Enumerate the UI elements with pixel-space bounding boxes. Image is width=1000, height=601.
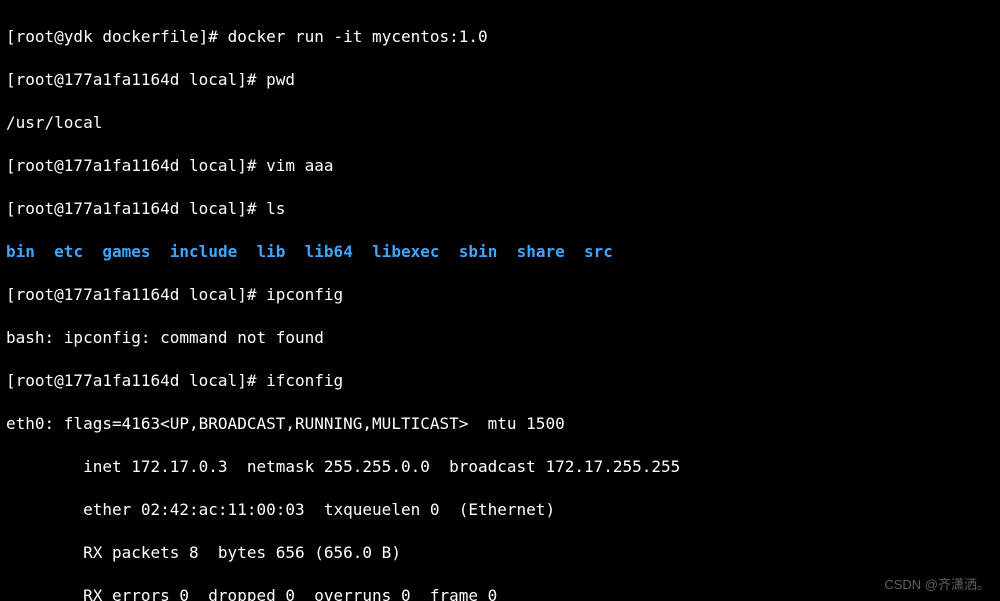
dir-entry: games <box>102 242 150 261</box>
shell-prompt: [root@177a1fa1164d local]# <box>6 199 266 218</box>
output-line: inet 172.17.0.3 netmask 255.255.0.0 broa… <box>6 456 994 478</box>
shell-prompt: [root@ydk dockerfile]# <box>6 27 228 46</box>
command-text: ifconfig <box>266 371 343 390</box>
terminal-line: [root@ydk dockerfile]# docker run -it my… <box>6 26 994 48</box>
dir-entry: etc <box>54 242 83 261</box>
dir-entry: lib64 <box>305 242 353 261</box>
terminal-line: [root@177a1fa1164d local]# ls <box>6 198 994 220</box>
dir-entry: bin <box>6 242 35 261</box>
terminal-line: [root@177a1fa1164d local]# ifconfig <box>6 370 994 392</box>
shell-prompt: [root@177a1fa1164d local]# <box>6 156 266 175</box>
watermark-text: CSDN @齐潇洒。 <box>884 574 990 596</box>
output-line: /usr/local <box>6 112 994 134</box>
dir-entry: libexec <box>372 242 439 261</box>
terminal-viewport[interactable]: [root@ydk dockerfile]# docker run -it my… <box>0 0 1000 601</box>
dir-entry: src <box>584 242 613 261</box>
command-text: vim aaa <box>266 156 333 175</box>
ls-output-line: bin etc games include lib lib64 libexec … <box>6 241 994 263</box>
output-line: eth0: flags=4163<UP,BROADCAST,RUNNING,MU… <box>6 413 994 435</box>
dir-entry: include <box>170 242 237 261</box>
output-line: RX errors 0 dropped 0 overruns 0 frame 0 <box>6 585 994 601</box>
output-line: RX packets 8 bytes 656 (656.0 B) <box>6 542 994 564</box>
terminal-line: [root@177a1fa1164d local]# vim aaa <box>6 155 994 177</box>
command-text: ls <box>266 199 285 218</box>
output-line: bash: ipconfig: command not found <box>6 327 994 349</box>
command-text: pwd <box>266 70 295 89</box>
shell-prompt: [root@177a1fa1164d local]# <box>6 371 266 390</box>
command-text: ipconfig <box>266 285 343 304</box>
command-text: docker run -it mycentos:1.0 <box>228 27 488 46</box>
dir-entry: lib <box>256 242 285 261</box>
shell-prompt: [root@177a1fa1164d local]# <box>6 285 266 304</box>
dir-entry: share <box>517 242 565 261</box>
dir-entry: sbin <box>459 242 498 261</box>
shell-prompt: [root@177a1fa1164d local]# <box>6 70 266 89</box>
terminal-line: [root@177a1fa1164d local]# pwd <box>6 69 994 91</box>
terminal-line: [root@177a1fa1164d local]# ipconfig <box>6 284 994 306</box>
output-line: ether 02:42:ac:11:00:03 txqueuelen 0 (Et… <box>6 499 994 521</box>
